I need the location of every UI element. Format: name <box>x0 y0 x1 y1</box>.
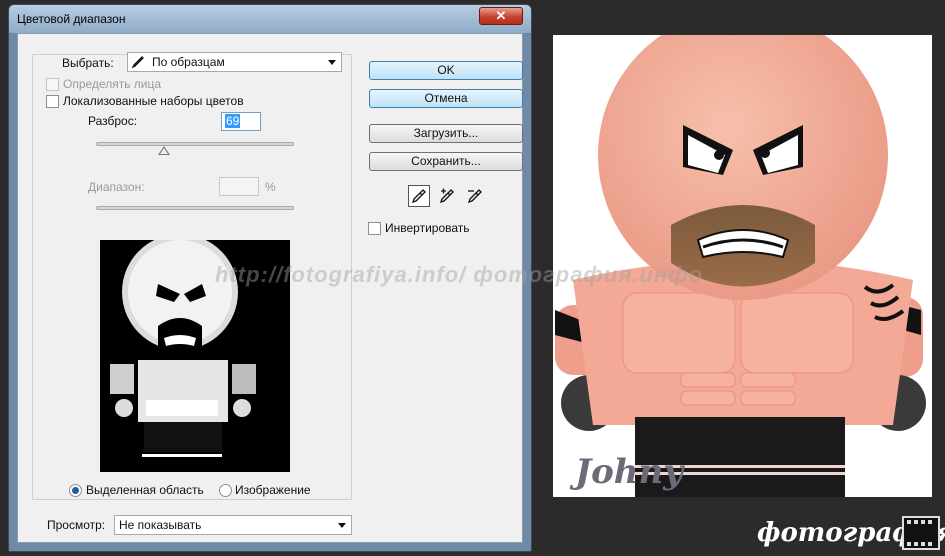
detect-faces-label: Определять лица <box>63 77 162 91</box>
select-dropdown[interactable]: По образцам <box>127 52 342 72</box>
watermark: http://fotografiya.info/ фотография.инфо <box>215 262 704 287</box>
film-icon <box>902 516 940 550</box>
load-button[interactable]: Загрузить... <box>369 124 523 143</box>
range-unit: % <box>265 180 276 194</box>
localized-checkbox[interactable] <box>46 95 59 108</box>
eyedropper-add-button[interactable] <box>436 185 458 207</box>
invert-checkbox[interactable] <box>368 222 381 235</box>
radio-image[interactable] <box>219 484 232 497</box>
radio-image-label: Изображение <box>235 483 311 497</box>
select-value: По образцам <box>152 55 225 69</box>
signature-text: Johny <box>569 452 685 492</box>
eyedropper-icon <box>132 56 144 68</box>
dialog-body: Выбрать: По образцам Определять лица Лок… <box>17 33 523 543</box>
cancel-button[interactable]: Отмена <box>369 89 523 108</box>
invert-label: Инвертировать <box>385 221 470 235</box>
detect-faces-checkbox[interactable] <box>46 78 59 91</box>
dialog-title: Цветовой диапазон <box>17 12 126 26</box>
fuzziness-slider-track[interactable] <box>96 142 294 146</box>
eyedropper-plus-icon <box>439 188 454 204</box>
fuzziness-value: 69 <box>225 114 241 128</box>
preview-dropdown[interactable]: Не показывать <box>114 515 352 535</box>
fuzziness-label: Разброс: <box>88 114 138 128</box>
title-bar[interactable]: Цветовой диапазон ✕ <box>9 5 531 33</box>
close-button[interactable]: ✕ <box>479 7 523 25</box>
range-label: Диапазон: <box>88 180 145 194</box>
radio-selection[interactable] <box>69 484 82 497</box>
radio-selection-label: Выделенная область <box>86 483 204 497</box>
save-button[interactable]: Сохранить... <box>369 152 523 171</box>
select-label: Выбрать: <box>62 56 114 70</box>
fuzziness-input[interactable]: 69 <box>221 112 261 131</box>
preview-value: Не показывать <box>119 518 202 532</box>
range-slider-track[interactable] <box>96 206 294 210</box>
eyedropper-minus-icon <box>467 189 482 204</box>
fuzziness-slider-thumb[interactable] <box>158 146 170 155</box>
preview-label: Просмотр: <box>47 518 106 532</box>
eyedropper-subtract-button[interactable] <box>464 185 486 207</box>
chevron-down-icon <box>338 523 346 528</box>
eyedropper-icon <box>412 189 426 203</box>
ok-button[interactable]: OK <box>369 61 523 80</box>
range-input[interactable] <box>219 177 259 196</box>
localized-label: Локализованные наборы цветов <box>63 94 244 108</box>
eyedropper-button[interactable] <box>408 185 430 207</box>
close-icon: ✕ <box>495 8 507 23</box>
chevron-down-icon <box>328 60 336 65</box>
